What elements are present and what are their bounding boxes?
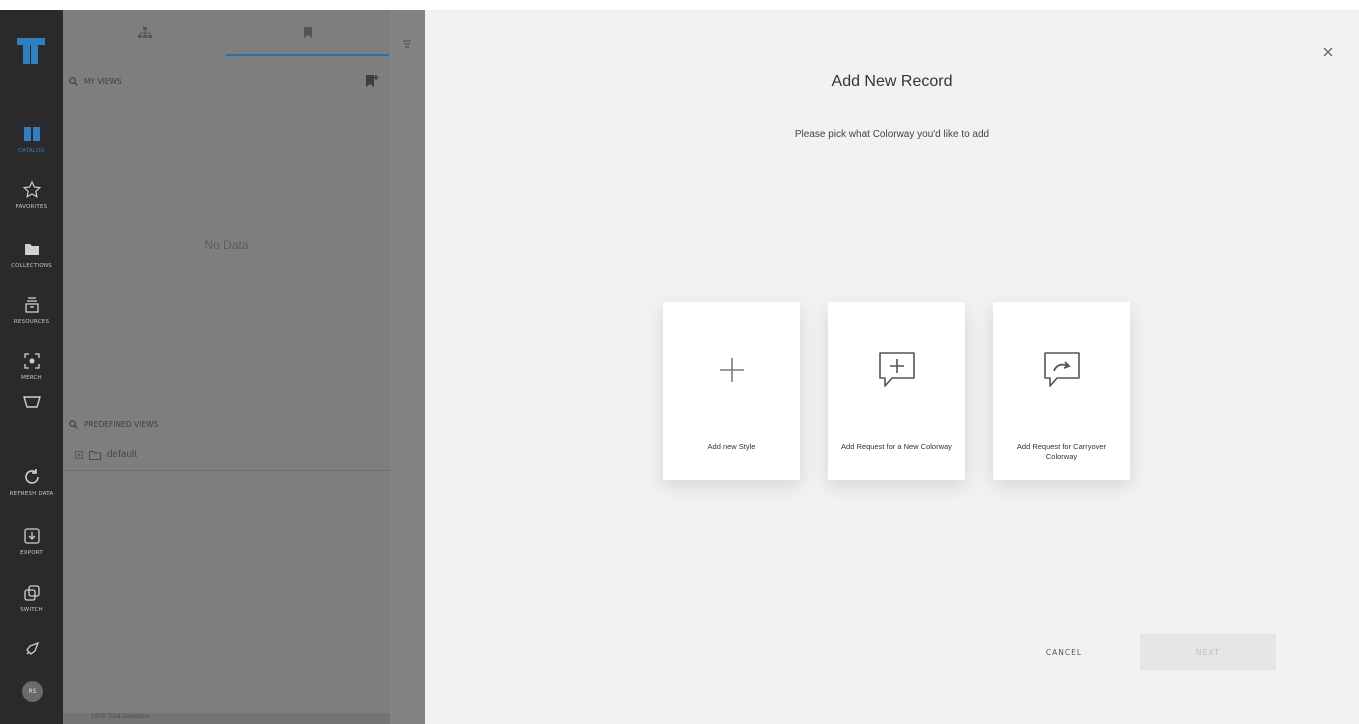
no-data-text: No Data xyxy=(204,238,249,252)
card-label: Add new Style xyxy=(707,442,756,451)
left-nav-rail: CATALOG FAVORITES COLLECTIONS RESOURCES … xyxy=(0,10,63,724)
plus-icon xyxy=(663,350,800,390)
nav-item-export[interactable]: EXPORT xyxy=(0,525,63,556)
user-avatar[interactable]: RS xyxy=(22,681,43,702)
expand-icon[interactable] xyxy=(75,450,83,459)
predefined-views-label: PREDEFINED VIEWS xyxy=(84,420,159,429)
add-bookmark-icon[interactable] xyxy=(366,74,380,88)
tree-item-default[interactable]: default xyxy=(75,449,137,460)
add-new-style-card[interactable]: Add new Style xyxy=(663,302,800,480)
my-views-label: MY VIEWS xyxy=(84,77,122,86)
refresh-icon xyxy=(21,466,43,488)
add-new-colorway-card[interactable]: Add Request for a New Colorway xyxy=(828,302,965,480)
nav-item-resources[interactable]: RESOURCES xyxy=(0,294,63,325)
views-panel-tabs xyxy=(63,10,390,56)
tree-item-label: default xyxy=(107,449,138,460)
modal-title: Add New Record xyxy=(831,73,953,90)
card-label: Add Request for Carryover Colorway xyxy=(1016,442,1107,461)
next-button[interactable]: NEXT xyxy=(1140,634,1276,670)
hierarchy-icon xyxy=(137,27,152,38)
selection-count: 10/25 Total Selections xyxy=(91,714,150,720)
star-icon xyxy=(21,179,43,201)
nav-item-refresh-data[interactable]: REFRESH DATA xyxy=(0,466,63,497)
comment-plus-icon xyxy=(828,350,965,390)
search-icon[interactable] xyxy=(69,420,78,429)
app-logo[interactable] xyxy=(17,38,45,64)
folder-outline-icon xyxy=(89,450,101,460)
panel-divider xyxy=(63,470,390,471)
export-icon xyxy=(21,525,43,547)
comment-redo-icon xyxy=(993,350,1130,390)
bookmark-icon xyxy=(303,26,312,38)
nav-item-collections[interactable]: COLLECTIONS xyxy=(0,238,63,269)
search-icon[interactable] xyxy=(69,77,78,86)
add-carryover-colorway-card[interactable]: Add Request for Carryover Colorway xyxy=(993,302,1130,480)
cancel-button[interactable]: CANCEL xyxy=(999,634,1129,670)
nav-item-switch[interactable]: SWITCH xyxy=(0,582,63,613)
tab-bookmarks[interactable] xyxy=(226,10,389,56)
card-label: Add Request for a New Colorway xyxy=(841,442,952,451)
nav-item-catalog[interactable]: CATALOG xyxy=(0,123,63,154)
modal-subtitle: Please pick what Colorway you'd like to … xyxy=(794,129,990,140)
resources-icon xyxy=(21,294,43,316)
nav-item-rocket[interactable] xyxy=(0,638,63,660)
close-icon[interactable] xyxy=(1321,45,1335,59)
views-panel: MY VIEWS No Data PREDEFINED VIEWS defaul… xyxy=(63,10,390,724)
folder-icon xyxy=(21,238,43,260)
filter-lines-icon[interactable] xyxy=(403,40,411,50)
nav-item-favorites[interactable]: FAVORITES xyxy=(0,179,63,210)
my-views-header: MY VIEWS xyxy=(69,77,122,86)
switch-icon xyxy=(21,582,43,604)
rocket-icon xyxy=(21,638,43,660)
panel-footer: 10/25 Total Selections xyxy=(63,713,390,724)
merch-icon xyxy=(21,350,43,372)
nav-item-basket[interactable] xyxy=(0,391,63,413)
nav-item-merch[interactable]: MERCH xyxy=(0,350,63,381)
add-record-modal: Add New Record Please pick what Colorway… xyxy=(425,10,1359,724)
predefined-views-header: PREDEFINED VIEWS xyxy=(69,420,158,429)
basket-icon xyxy=(21,391,43,413)
catalog-book-icon xyxy=(21,123,43,145)
panel-gutter xyxy=(390,10,425,724)
tab-hierarchy[interactable] xyxy=(63,10,226,56)
